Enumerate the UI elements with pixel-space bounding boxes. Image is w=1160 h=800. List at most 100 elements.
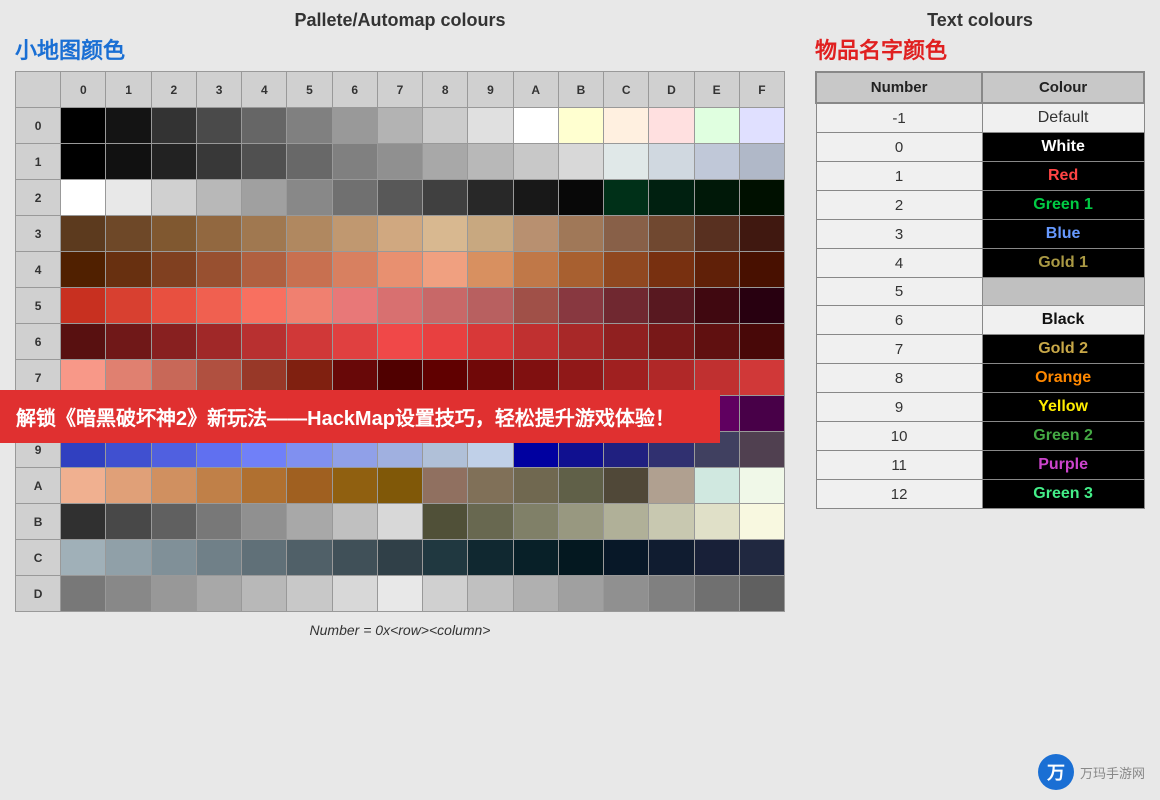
- color-cell-A11: [558, 468, 603, 504]
- col-header-C: C: [604, 72, 649, 108]
- color-cell-53: [196, 288, 241, 324]
- col-header-F: F: [739, 72, 784, 108]
- color-cell-06: [332, 108, 377, 144]
- col-header-6: 6: [332, 72, 377, 108]
- color-cell-B11: [558, 504, 603, 540]
- color-cell-514: [694, 288, 739, 324]
- color-cell-D8: [423, 576, 468, 612]
- color-cell-C3: [196, 540, 241, 576]
- palette-row-5: 5: [16, 288, 785, 324]
- color-cell-615: [739, 324, 784, 360]
- color-cell-B4: [242, 504, 287, 540]
- color-cell-60: [61, 324, 106, 360]
- color-cell-A0: [61, 468, 106, 504]
- color-cell-A7: [377, 468, 422, 504]
- color-cell-410: [513, 252, 558, 288]
- color-cell-49: [468, 252, 513, 288]
- row-header-2: 2: [16, 180, 61, 216]
- text-colour-row: -1Default: [816, 103, 1144, 133]
- colour-number-13: 12: [816, 480, 982, 509]
- color-cell-69: [468, 324, 513, 360]
- color-cell-C8: [423, 540, 468, 576]
- color-cell-61: [106, 324, 151, 360]
- color-cell-25: [287, 180, 332, 216]
- color-cell-C6: [332, 540, 377, 576]
- colour-number-12: 11: [816, 451, 982, 480]
- color-cell-613: [649, 324, 694, 360]
- color-cell-B12: [604, 504, 649, 540]
- color-cell-B0: [61, 504, 106, 540]
- colour-number-8: 7: [816, 335, 982, 364]
- color-cell-62: [151, 324, 196, 360]
- color-cell-B14: [694, 504, 739, 540]
- color-cell-C0: [61, 540, 106, 576]
- row-header-3: 3: [16, 216, 61, 252]
- color-cell-C7: [377, 540, 422, 576]
- color-cell-43: [196, 252, 241, 288]
- color-cell-412: [604, 252, 649, 288]
- col-header-4: 4: [242, 72, 287, 108]
- color-cell-115: [739, 144, 784, 180]
- text-colour-row: 7Gold 2: [816, 335, 1144, 364]
- color-cell-510: [513, 288, 558, 324]
- row-header-13: D: [16, 576, 61, 612]
- color-cell-111: [558, 144, 603, 180]
- colour-label-9: Orange: [982, 364, 1144, 393]
- color-cell-B3: [196, 504, 241, 540]
- col-header-3: 3: [196, 72, 241, 108]
- color-cell-211: [558, 180, 603, 216]
- color-cell-16: [332, 144, 377, 180]
- color-cell-512: [604, 288, 649, 324]
- color-cell-D9: [468, 576, 513, 612]
- color-cell-09: [468, 108, 513, 144]
- palette-row-0: 0: [16, 108, 785, 144]
- color-cell-411: [558, 252, 603, 288]
- color-cell-28: [423, 180, 468, 216]
- col-header-0: 0: [61, 72, 106, 108]
- color-cell-04: [242, 108, 287, 144]
- text-colour-row: 8Orange: [816, 364, 1144, 393]
- color-cell-215: [739, 180, 784, 216]
- color-cell-C13: [649, 540, 694, 576]
- color-cell-24: [242, 180, 287, 216]
- color-cell-54: [242, 288, 287, 324]
- color-cell-37: [377, 216, 422, 252]
- text-colour-row: 4Gold 1: [816, 249, 1144, 278]
- color-cell-112: [604, 144, 649, 180]
- color-cell-B10: [513, 504, 558, 540]
- color-cell-A12: [604, 468, 649, 504]
- color-cell-45: [287, 252, 332, 288]
- color-cell-013: [649, 108, 694, 144]
- color-cell-07: [377, 108, 422, 144]
- color-cell-26: [332, 180, 377, 216]
- row-header-0: 0: [16, 108, 61, 144]
- color-cell-A3: [196, 468, 241, 504]
- color-cell-31: [106, 216, 151, 252]
- row-header-12: C: [16, 540, 61, 576]
- color-cell-01: [106, 108, 151, 144]
- col-header-A: A: [513, 72, 558, 108]
- color-cell-515: [739, 288, 784, 324]
- color-cell-413: [649, 252, 694, 288]
- color-cell-B5: [287, 504, 332, 540]
- color-cell-65: [287, 324, 332, 360]
- colour-number-3: 2: [816, 191, 982, 220]
- palette-title: Pallete/Automap colours: [15, 10, 785, 31]
- color-cell-34: [242, 216, 287, 252]
- col-header-2: 2: [151, 72, 196, 108]
- color-cell-46: [332, 252, 377, 288]
- color-cell-48: [423, 252, 468, 288]
- colour-label-8: Gold 2: [982, 335, 1144, 364]
- col-number-header: Number: [816, 72, 982, 103]
- banner-text: 解锁《暗黑破坏神2》新玩法——HackMap设置技巧，轻松提升游戏体验！: [16, 408, 675, 430]
- color-cell-511: [558, 288, 603, 324]
- color-cell-67: [377, 324, 422, 360]
- color-cell-51: [106, 288, 151, 324]
- color-cell-64: [242, 324, 287, 360]
- color-cell-314: [694, 216, 739, 252]
- colour-label-0: Default: [982, 103, 1144, 133]
- palette-row-D: D: [16, 576, 785, 612]
- col-header-1: 1: [106, 72, 151, 108]
- color-cell-66: [332, 324, 377, 360]
- color-cell-D5: [287, 576, 332, 612]
